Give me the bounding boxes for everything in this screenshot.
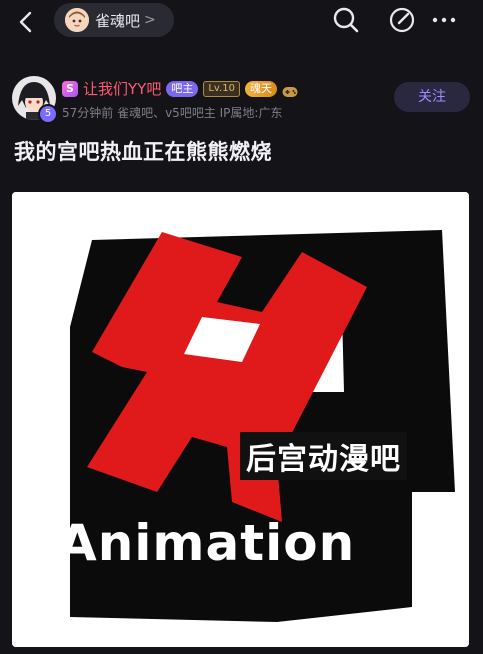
gamepad-icon [282, 83, 298, 97]
forum-entry-button[interactable]: 雀魂吧 > [54, 3, 174, 37]
logo-cn-label: 后宫动漫吧 [240, 432, 407, 480]
chevron-right-icon: > [144, 12, 156, 28]
moderator-badge: 吧主 [166, 80, 199, 97]
author-username[interactable]: 让我们YY吧 [83, 78, 161, 99]
back-icon[interactable] [14, 9, 40, 35]
more-icon[interactable] [430, 6, 458, 34]
rank-title-badge: 魂天 [244, 80, 277, 97]
forum-avatar [65, 8, 89, 32]
author-name-line: S 让我们YY吧 吧主 Lv.10 魂天 [62, 78, 298, 99]
top-navigation-bar: 雀魂吧 > [0, 0, 483, 46]
post-image[interactable]: 后宫动漫吧 Animation [12, 192, 469, 647]
post-meta: 57分钟前 雀魂吧、v5吧吧主 IP属地:广东 [62, 106, 283, 120]
vip-badge: S [62, 80, 78, 97]
forum-level-badge: Lv.10 [203, 80, 240, 97]
logo-en-label: Animation [58, 514, 356, 572]
search-icon[interactable] [332, 6, 360, 34]
post-title: 我的宫吧热血正在熊熊燃烧 [14, 140, 272, 164]
follow-button[interactable]: 关注 [394, 82, 470, 112]
edit-icon[interactable] [389, 6, 417, 34]
user-level-badge: 5 [38, 104, 58, 124]
post-author-row: 5 S 让我们YY吧 吧主 Lv.10 魂天 57分钟前 雀魂吧、v5吧吧主 I… [0, 64, 483, 124]
forum-name: 雀魂吧 [95, 11, 141, 30]
